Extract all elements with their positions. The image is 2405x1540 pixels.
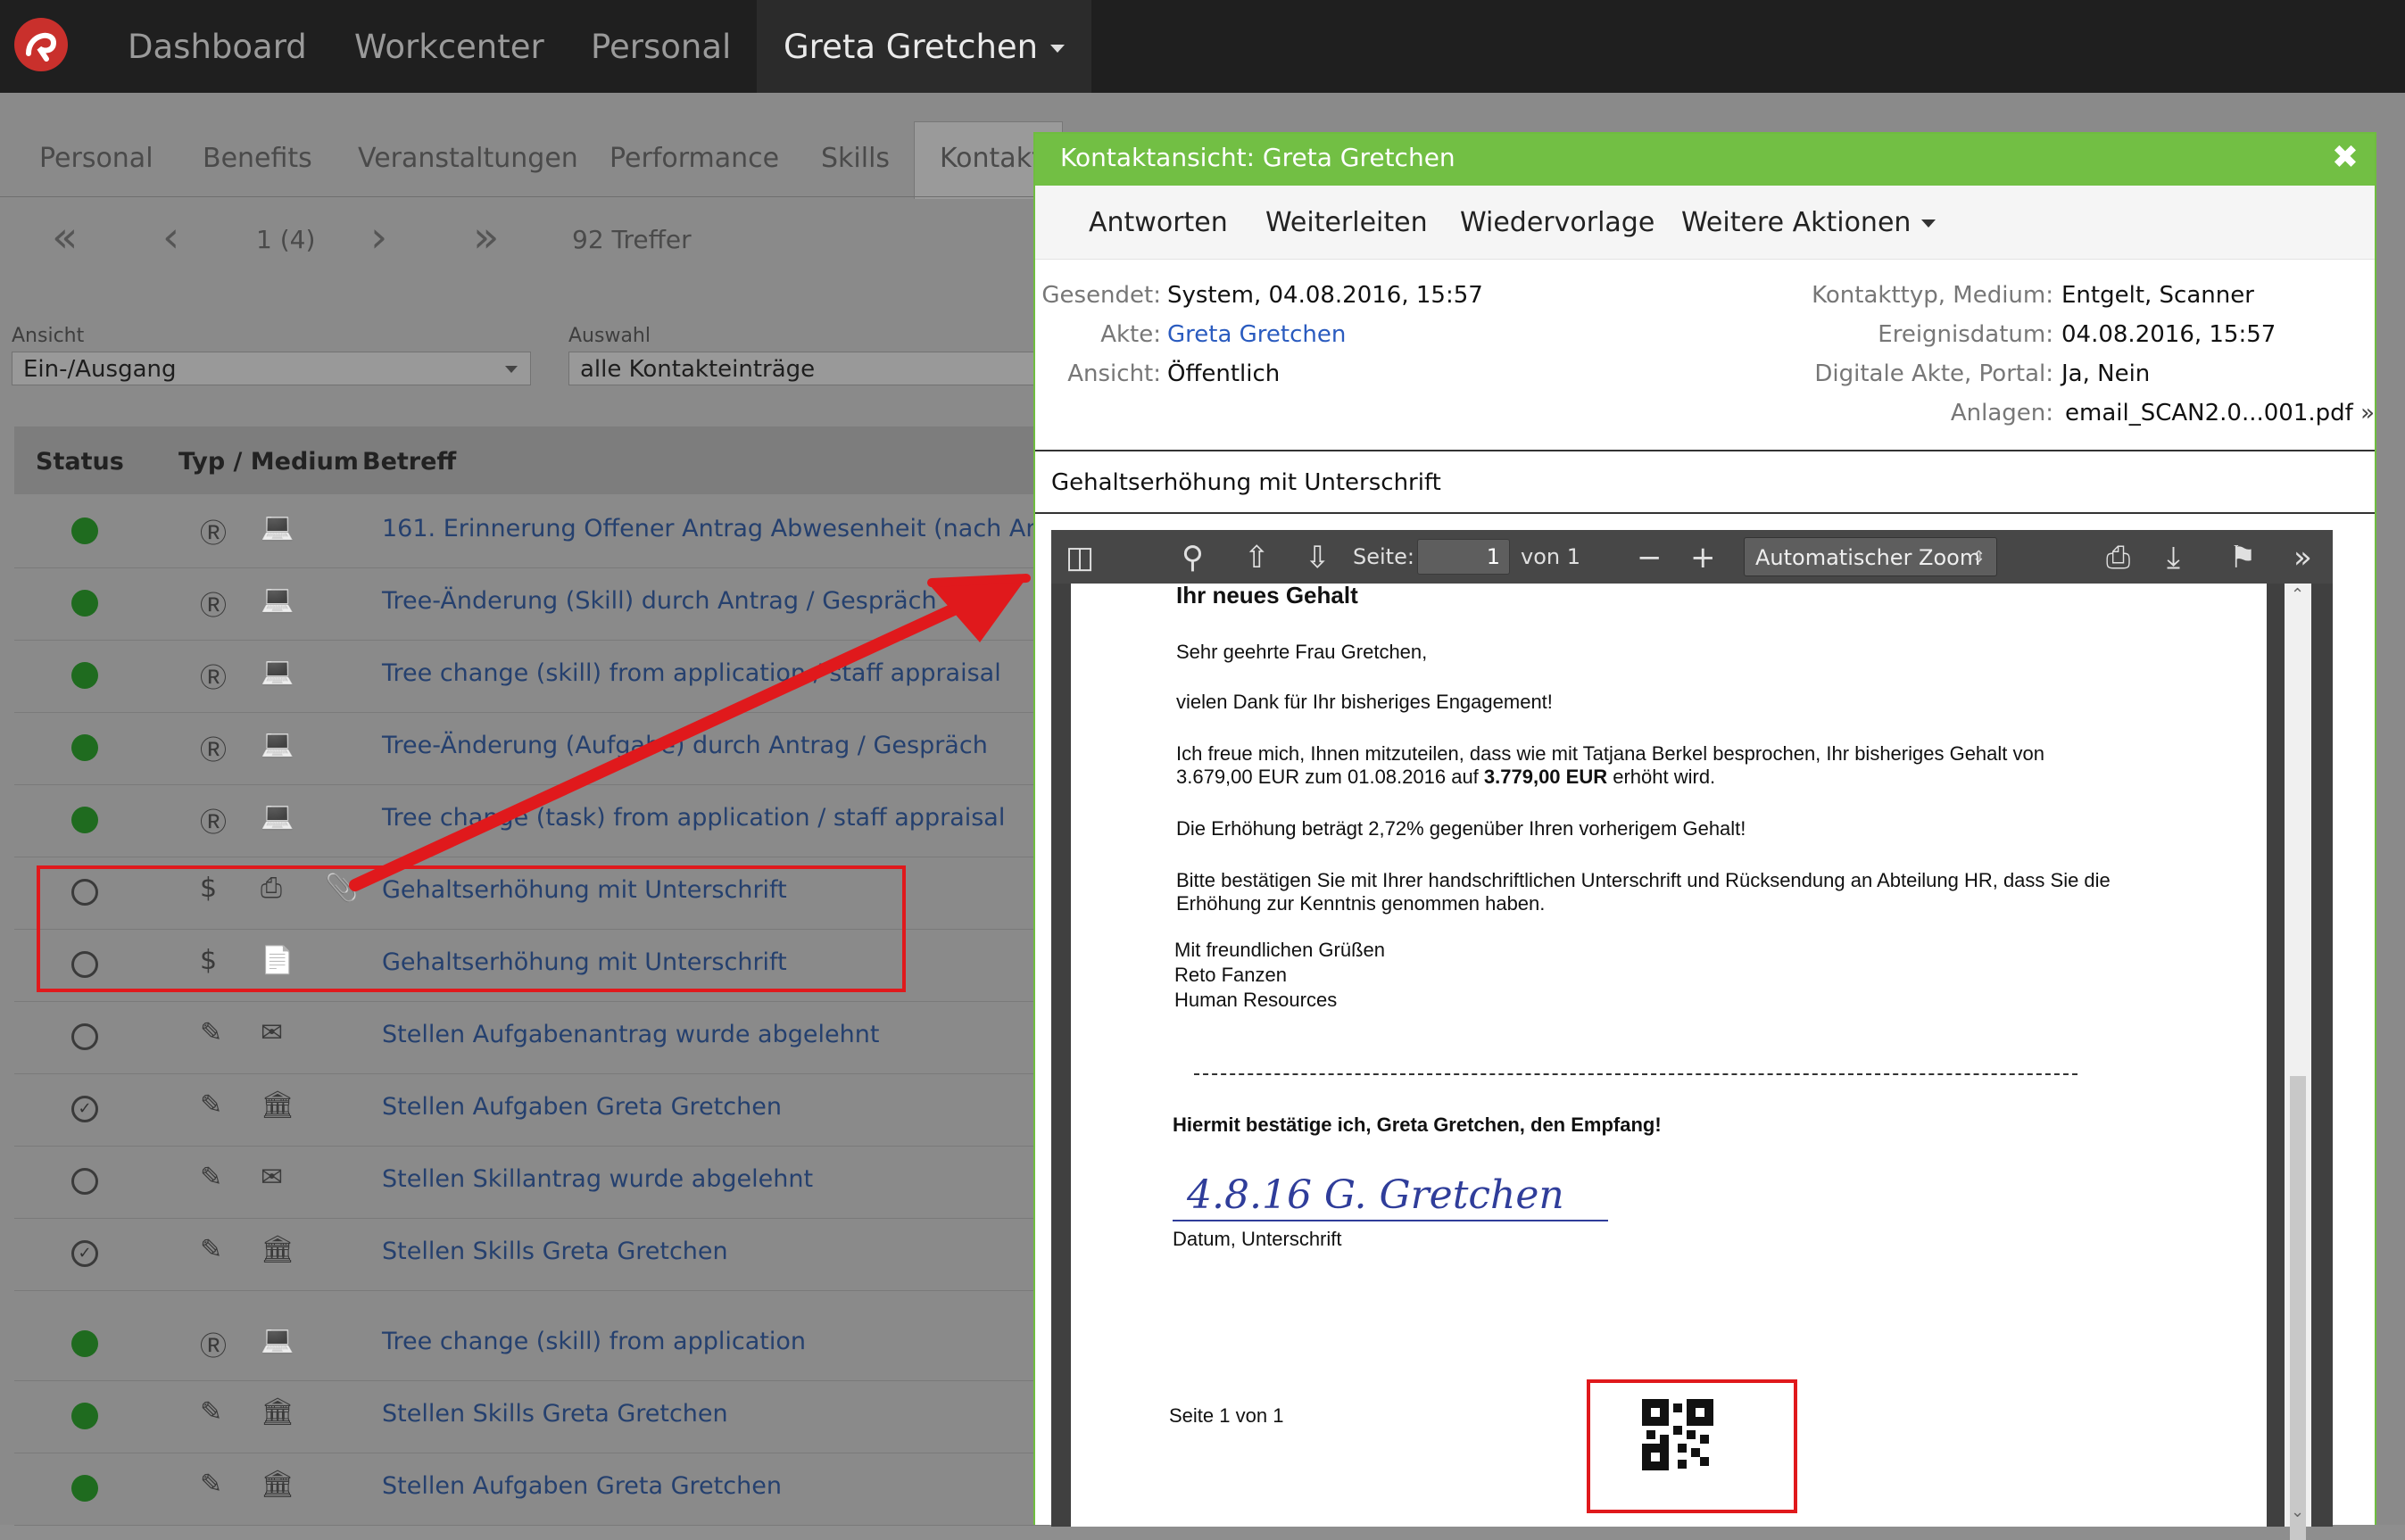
annotation-arrow-icon	[349, 574, 1031, 891]
